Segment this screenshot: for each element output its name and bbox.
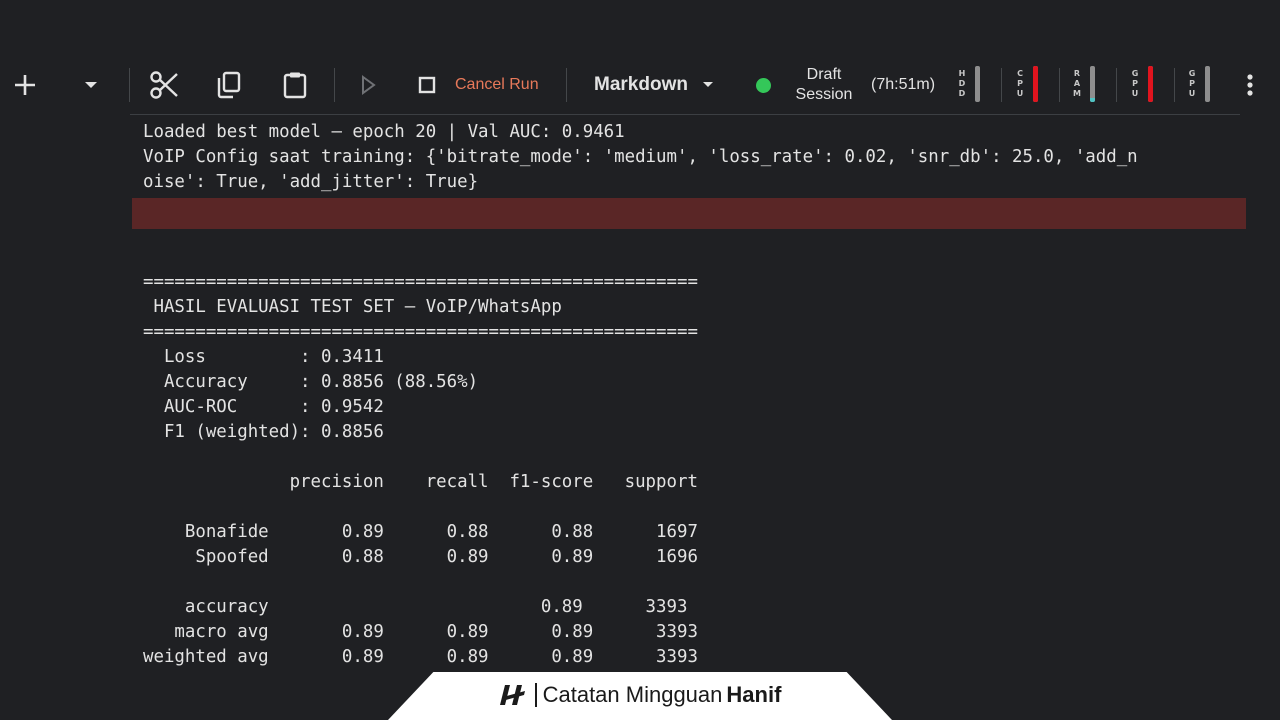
meter-label: GPU: [1188, 69, 1196, 99]
copy-icon: [217, 71, 241, 99]
meter-divider: [1174, 68, 1175, 102]
output-line: AUC-ROC : 0.9542: [143, 397, 384, 417]
cell-output: Loaded best model — epoch 20 | Val AUC: …: [143, 120, 1243, 670]
meter-bar: [1033, 66, 1038, 102]
cell-type-select[interactable]: Markdown: [594, 58, 714, 112]
meter-label-char: C: [1017, 69, 1023, 78]
meter-label-char: M: [1073, 89, 1081, 98]
meter-bar: [1148, 66, 1153, 102]
session-status[interactable]: Draft Session: [793, 58, 855, 112]
toolbar-divider: [334, 68, 335, 102]
cell-divider: [130, 114, 1240, 115]
meter-label: HDD: [958, 69, 966, 99]
meter-label-char: U: [1188, 89, 1196, 98]
session-status-line2: Session: [795, 86, 853, 103]
meter-fill: [1033, 66, 1038, 102]
meter-label-char: P: [1189, 79, 1195, 88]
meter-label: CPU: [1016, 69, 1024, 99]
meter-bar: [1205, 66, 1210, 102]
meter-label-char: P: [1132, 79, 1138, 88]
footer-author: Hanif: [726, 682, 782, 707]
output-line: VoIP Config saat training: {'bitrate_mod…: [143, 147, 1138, 167]
hanif-logo-icon: [499, 685, 525, 705]
scissors-icon: [150, 71, 178, 99]
output-line: macro avg 0.89 0.89 0.89 3393: [143, 622, 698, 642]
output-line: weighted avg 0.89 0.89 0.89 3393: [143, 647, 698, 667]
meter-fill: [1148, 66, 1153, 102]
output-line: Accuracy : 0.8856 (88.56%): [143, 372, 479, 392]
plus-icon: [15, 75, 35, 95]
footer-text: Catatan Mingguan: [542, 682, 723, 707]
chevron-down-icon: [702, 82, 713, 87]
meter-label-char: H: [958, 69, 966, 78]
output-line: accuracy 0.89 3393: [143, 597, 688, 617]
cell-type-value: Markdown: [594, 74, 688, 95]
chevron-down-icon: [85, 82, 97, 88]
meter-label-char: G: [1188, 69, 1196, 78]
meter-gpu[interactable]: GPU: [1188, 66, 1210, 102]
toolbar-divider: [129, 68, 130, 102]
toolbar-divider: [566, 68, 567, 102]
add-cell-button[interactable]: [8, 58, 42, 112]
meter-label-char: D: [958, 89, 966, 98]
meter-label-char: P: [1017, 79, 1023, 88]
meter-label-char: U: [1016, 89, 1024, 98]
add-cell-menu-button[interactable]: [78, 58, 104, 112]
cut-button[interactable]: [146, 58, 182, 112]
stop-icon: [418, 76, 436, 94]
meter-divider: [1116, 68, 1117, 102]
play-icon: [362, 75, 376, 95]
output-line: Bonafide 0.89 0.88 0.88 1697: [143, 522, 698, 542]
meter-label-char: D: [958, 79, 966, 88]
meter-label-char: A: [1073, 79, 1081, 88]
session-timer: (7h:51m): [871, 76, 936, 93]
clipboard-icon: [283, 72, 307, 99]
meter-divider: [1059, 68, 1060, 102]
output-line: F1 (weighted): 0.8856: [143, 422, 384, 442]
meter-bar: [1090, 66, 1095, 102]
output-line: ========================================…: [143, 322, 698, 342]
meter-label-char: G: [1131, 69, 1139, 78]
session-status-dot: [755, 77, 771, 93]
output-line: HASIL EVALUASI TEST SET — VoIP/WhatsApp: [143, 297, 562, 317]
notebook-toolbar: Cancel Run Markdown Draft Session (7h:51…: [0, 58, 1280, 112]
output-line: Loaded best model — epoch 20 | Val AUC: …: [143, 122, 625, 142]
copy-button[interactable]: [212, 58, 246, 112]
output-line: oise': True, 'add_jitter': True}: [143, 172, 479, 192]
meter-label-char: U: [1131, 89, 1139, 98]
output-line: Spoofed 0.88 0.89 0.89 1696: [143, 547, 698, 567]
meter-label: GPU: [1131, 69, 1139, 99]
more-options-button[interactable]: [1240, 58, 1260, 112]
footer-separator: [534, 683, 537, 707]
more-vert-icon: [1247, 74, 1253, 96]
session-status-indicator: [754, 58, 772, 112]
meter-label: RAM: [1073, 69, 1081, 99]
cancel-run-button[interactable]: Cancel Run: [455, 58, 539, 112]
meter-cpu[interactable]: CPU: [1016, 66, 1038, 102]
output-line: ========================================…: [143, 272, 698, 292]
output-line: precision recall f1-score support: [143, 472, 698, 492]
meter-bar: [975, 66, 980, 102]
meter-divider: [1001, 68, 1002, 102]
paste-button[interactable]: [278, 58, 312, 112]
watermark-banner: Catatan Mingguan Hanif: [388, 672, 892, 720]
meter-label-char: R: [1073, 69, 1081, 78]
stop-button[interactable]: [416, 58, 438, 112]
meter-gpu[interactable]: GPU: [1131, 66, 1153, 102]
session-status-line1: Draft: [806, 66, 842, 83]
meter-ram[interactable]: RAM: [1073, 66, 1095, 102]
run-button[interactable]: [356, 58, 380, 112]
output-line: Loss : 0.3411: [143, 347, 384, 367]
meter-fill: [1090, 98, 1095, 102]
meter-hdd[interactable]: HDD: [958, 66, 980, 102]
